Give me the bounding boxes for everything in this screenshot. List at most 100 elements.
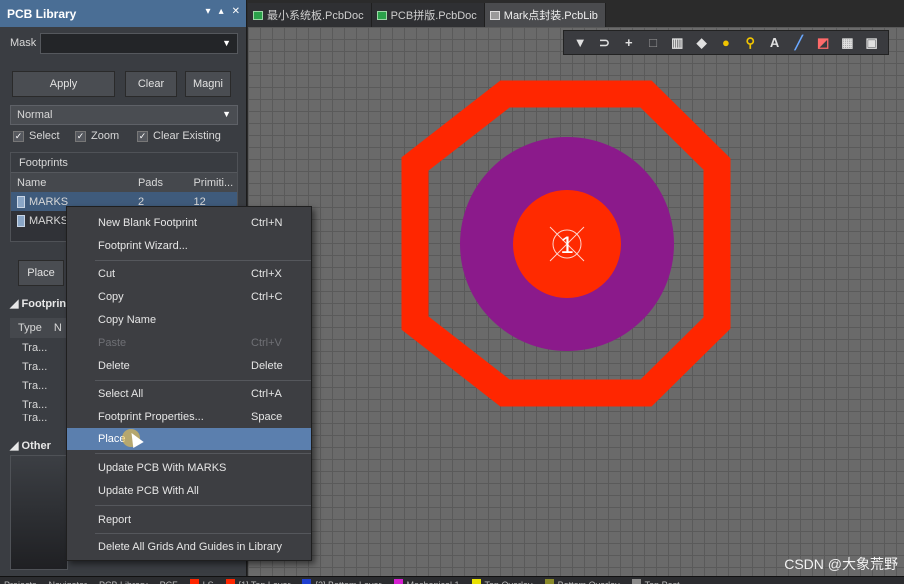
menu-separator bbox=[95, 260, 311, 261]
menu-item-footprint-properties[interactable]: Footprint Properties... Space bbox=[67, 406, 311, 428]
pad-number: 1 bbox=[560, 232, 573, 259]
menu-item-copy-name[interactable]: Copy Name bbox=[67, 309, 311, 331]
mask-input[interactable]: ▼ bbox=[40, 33, 238, 54]
clear-existing-checkbox[interactable]: ✓ Clear Existing bbox=[137, 130, 221, 142]
other-section[interactable]: ◢ Other bbox=[10, 439, 51, 452]
mode-select-value: Normal bbox=[17, 109, 53, 121]
status-tab-3[interactable]: PCF bbox=[156, 577, 186, 584]
route-icon[interactable]: ⊃ bbox=[595, 34, 613, 52]
list-item[interactable]: Tra... bbox=[10, 376, 72, 395]
place-button[interactable]: Place bbox=[18, 260, 64, 286]
list-item[interactable]: Tra... bbox=[10, 338, 72, 357]
tab-min-system-pcbdoc[interactable]: 最小系统板.PcbDoc bbox=[248, 3, 372, 27]
status-tab-label: LS bbox=[203, 577, 214, 584]
status-tab-0[interactable]: Projects bbox=[0, 577, 45, 584]
menu-item-select-all[interactable]: Select All Ctrl+A bbox=[67, 383, 311, 405]
status-tab-label: Navigator bbox=[49, 577, 88, 584]
menu-item-delete-all-grids[interactable]: Delete All Grids And Guides in Library bbox=[67, 536, 311, 558]
filter-icon[interactable]: ▼ bbox=[571, 34, 589, 52]
status-tab-label: Top Overlay bbox=[485, 577, 533, 584]
zoom-checkbox[interactable]: ✓ Zoom bbox=[75, 130, 119, 142]
chart-icon[interactable]: ▥ bbox=[668, 34, 686, 52]
magnify-button[interactable]: Magni bbox=[185, 71, 231, 97]
menu-item-report[interactable]: Report bbox=[67, 509, 311, 531]
other-preview bbox=[10, 455, 68, 570]
mode-select[interactable]: Normal ▼ bbox=[10, 105, 238, 125]
layer-swatch bbox=[393, 579, 403, 584]
line-icon[interactable]: ╱ bbox=[790, 34, 808, 52]
tab-mark-pcblib[interactable]: Mark点封装.PcbLib bbox=[484, 3, 606, 27]
chevron-down-icon[interactable]: ▼ bbox=[222, 38, 231, 48]
panel-pin-icon[interactable]: ▴ bbox=[219, 6, 224, 17]
menu-item-update-pcb-with-marks[interactable]: Update PCB With MARKS bbox=[67, 457, 311, 479]
status-tab-5[interactable]: [1] Top Layer bbox=[222, 577, 299, 584]
footprint-icon bbox=[17, 195, 25, 208]
pcb-lib-icon bbox=[489, 10, 500, 20]
status-tab-1[interactable]: Navigator bbox=[45, 577, 96, 584]
menu-item-cut[interactable]: Cut Ctrl+X bbox=[67, 263, 311, 285]
menu-item-footprint-wizard[interactable]: Footprint Wizard... bbox=[67, 235, 311, 257]
menu-separator bbox=[95, 380, 311, 381]
footprint-canvas[interactable]: 1 ▼ ⊃ + □ ▥ ◆ ● ⚲ A ╱ ◩ ▦ ▣ CSDN @大象荒野 bbox=[248, 27, 904, 576]
text-icon[interactable]: A bbox=[766, 34, 784, 52]
column-name[interactable]: Name bbox=[11, 177, 120, 189]
layer-swatch bbox=[544, 579, 554, 584]
list-item[interactable]: Tra... bbox=[10, 395, 72, 414]
eraser-icon[interactable]: ◆ bbox=[693, 34, 711, 52]
panel-menu-icon[interactable]: ▾ bbox=[206, 6, 211, 17]
status-tab-label: Bottom Overlay bbox=[558, 577, 620, 584]
select-checkbox[interactable]: ✓ Select bbox=[13, 130, 60, 142]
clear-button[interactable]: Clear bbox=[125, 71, 177, 97]
rect-icon[interactable]: □ bbox=[644, 34, 662, 52]
menu-item-copy[interactable]: Copy Ctrl+C bbox=[67, 286, 311, 308]
layer-swatch bbox=[631, 579, 641, 584]
menu-item-update-pcb-with-all[interactable]: Update PCB With All bbox=[67, 480, 311, 502]
status-tab-2[interactable]: PCB Library bbox=[95, 577, 156, 584]
menu-item-place[interactable]: Place bbox=[67, 428, 311, 450]
status-tab-8[interactable]: Top Overlay bbox=[468, 577, 541, 584]
footprint-primitives-section[interactable]: ◢ Footprin bbox=[10, 297, 66, 310]
mask-row: Mask ▼ bbox=[0, 32, 247, 54]
status-tab-label: PCF bbox=[160, 577, 178, 584]
document-tabs: 最小系统板.PcbDoc PCB拼版.PcbDoc Mark点封装.PcbLib bbox=[248, 3, 606, 27]
menu-item-delete[interactable]: Delete Delete bbox=[67, 355, 311, 377]
apply-button[interactable]: Apply bbox=[12, 71, 115, 97]
tab-panel-pcbdoc[interactable]: PCB拼版.PcbDoc bbox=[371, 3, 485, 27]
watermark: CSDN @大象荒野 bbox=[784, 556, 898, 572]
layer-swatch bbox=[189, 579, 199, 584]
column-pads[interactable]: Pads bbox=[120, 177, 188, 189]
list-item[interactable]: Tra... bbox=[10, 357, 72, 376]
status-tab-7[interactable]: Mechanical 1 bbox=[390, 577, 468, 584]
clear-existing-checkbox-label: Clear Existing bbox=[153, 130, 221, 142]
menu-separator bbox=[95, 533, 311, 534]
status-tab-10[interactable]: Top Past bbox=[628, 577, 688, 584]
footprints-title: Footprints bbox=[11, 153, 237, 172]
status-tab-9[interactable]: Bottom Overlay bbox=[541, 577, 628, 584]
status-tab-4[interactable]: LS bbox=[186, 577, 222, 584]
tab-label: Mark点封装.PcbLib bbox=[503, 10, 598, 22]
cross-icon[interactable]: + bbox=[620, 34, 638, 52]
select-checkbox-label: Select bbox=[29, 130, 60, 142]
status-tab-6[interactable]: [2] Bottom Layer bbox=[298, 577, 389, 584]
canvas-toolbar: ▼ ⊃ + □ ▥ ◆ ● ⚲ A ╱ ◩ ▦ ▣ bbox=[563, 30, 889, 55]
chevron-down-icon: ▼ bbox=[222, 109, 231, 119]
via-icon[interactable]: ⚲ bbox=[741, 34, 759, 52]
region-icon[interactable]: ◩ bbox=[814, 34, 832, 52]
menu-separator bbox=[95, 453, 311, 454]
primitives-header: Type N bbox=[10, 318, 72, 338]
pad-icon[interactable]: ● bbox=[717, 34, 735, 52]
column-primitives[interactable]: Primiti... bbox=[187, 177, 237, 189]
graph-icon[interactable]: ▦ bbox=[838, 34, 856, 52]
footprint-icon bbox=[17, 214, 25, 227]
panel-title: PCB Library bbox=[7, 6, 77, 21]
status-bar: Projects Navigator PCB Library PCF LS [1] Top… bbox=[0, 576, 904, 584]
layer-swatch bbox=[302, 579, 312, 584]
tab-label: 最小系统板.PcbDoc bbox=[267, 10, 364, 22]
menu-item-paste[interactable]: Paste Ctrl+V bbox=[67, 332, 311, 354]
column-n[interactable]: N bbox=[54, 322, 62, 334]
list-item[interactable]: Tra... bbox=[10, 414, 72, 422]
image-icon[interactable]: ▣ bbox=[863, 34, 881, 52]
panel-close-icon[interactable]: ✕ bbox=[232, 6, 240, 17]
column-type[interactable]: Type bbox=[18, 322, 42, 334]
menu-item-new-blank-footprint[interactable]: New Blank Footprint Ctrl+N bbox=[67, 212, 311, 234]
